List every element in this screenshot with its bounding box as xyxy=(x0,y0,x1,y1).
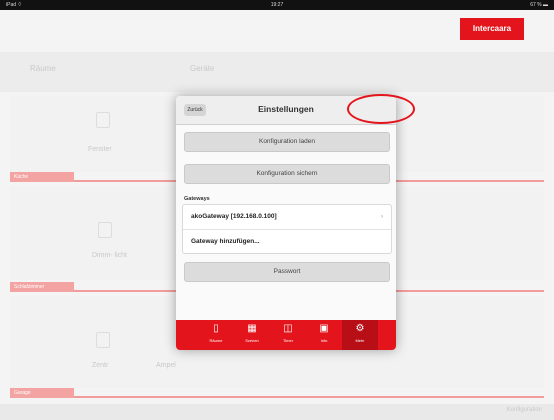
brand-button[interactable]: Intercaara xyxy=(460,18,524,40)
section-divider xyxy=(10,396,544,398)
tab-label: Szenen xyxy=(245,338,259,343)
scenes-icon: ▦ xyxy=(247,323,257,334)
tab-bar: ▯ Räume ▦ Szenen ◫ Timer ▣ Info ⚙ Mehr xyxy=(176,320,396,350)
status-time: 19:27 xyxy=(270,2,284,8)
status-battery: 67 % ▬ xyxy=(530,2,548,8)
bg-bottom-label: Konfiguration xyxy=(506,407,542,413)
bg-section-tag: Garage xyxy=(10,388,74,398)
tab-label: Timer xyxy=(282,338,294,343)
background-toolbar: Räume Geräte xyxy=(0,52,554,92)
bg-item: Ampel xyxy=(156,362,176,369)
device-icon xyxy=(96,332,110,348)
bg-header-devices: Geräte xyxy=(190,64,215,73)
tab-label: Info xyxy=(320,338,328,343)
bg-section-tag: Schlafzimmer xyxy=(10,282,74,292)
gateways-list: akoGateway [192.168.0.100] › Gateway hin… xyxy=(182,204,392,254)
load-config-button[interactable]: Konfiguration laden xyxy=(184,132,390,152)
settings-dialog: Zurück Einstellungen Konfiguration laden… xyxy=(176,96,396,350)
bg-section-tag: Küche xyxy=(10,172,74,182)
add-gateway-row[interactable]: Gateway hinzufügen... xyxy=(183,229,391,254)
gateway-row[interactable]: akoGateway [192.168.0.100] › xyxy=(183,205,391,229)
bg-item: Dimm- licht xyxy=(92,252,127,259)
window-icon xyxy=(96,112,110,128)
lamp-icon xyxy=(98,222,112,238)
gateways-section-label: Gateways xyxy=(184,196,210,202)
tab-label: Räume xyxy=(209,338,223,343)
tab-scenes[interactable]: ▦ Szenen xyxy=(234,320,270,350)
bg-header-rooms: Räume xyxy=(30,64,56,73)
timer-icon: ◫ xyxy=(283,323,293,334)
bg-item: Zentr xyxy=(92,362,109,369)
tab-more[interactable]: ⚙ Mehr xyxy=(342,320,378,350)
tab-label: Mehr xyxy=(355,338,365,343)
chevron-right-icon: › xyxy=(380,213,383,220)
tab-timer[interactable]: ◫ Timer xyxy=(270,320,306,350)
add-gateway-label: Gateway hinzufügen... xyxy=(191,238,260,245)
wrench-icon: ⚙ xyxy=(355,323,365,334)
door-icon: ▯ xyxy=(213,323,219,334)
gateway-label: akoGateway [192.168.0.100] xyxy=(191,213,277,220)
tab-info[interactable]: ▣ Info xyxy=(306,320,342,350)
bg-item: Fenster xyxy=(88,146,112,153)
save-config-button[interactable]: Konfiguration sichern xyxy=(184,164,390,184)
password-button[interactable]: Passwort xyxy=(184,262,390,282)
status-bar: iPad ⌔ 19:27 67 % ▬ xyxy=(0,0,554,10)
background-bottom-bar: Konfiguration xyxy=(0,404,554,420)
info-icon: ▣ xyxy=(319,323,329,334)
highlight-ring xyxy=(347,94,415,124)
tab-rooms[interactable]: ▯ Räume xyxy=(198,320,234,350)
